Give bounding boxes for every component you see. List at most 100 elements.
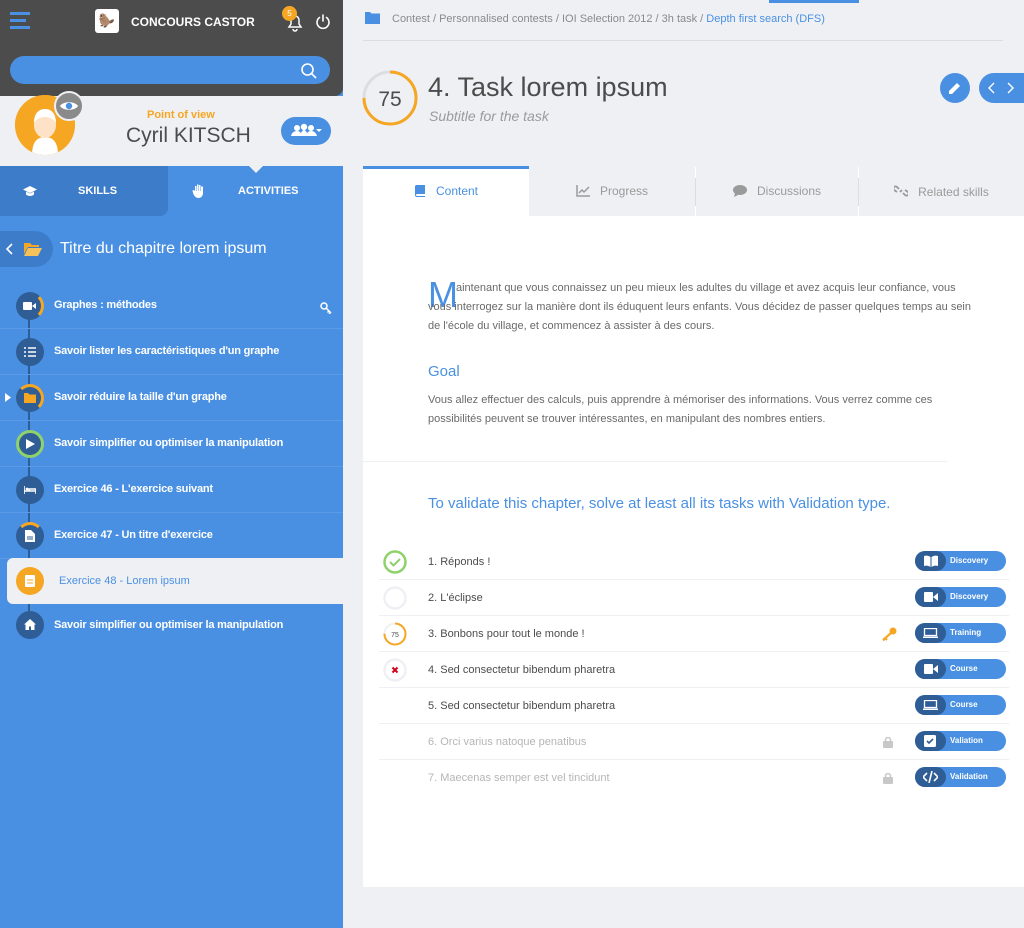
- search-input[interactable]: [10, 56, 330, 84]
- caret-right-icon[interactable]: [5, 393, 11, 402]
- chevron-left-icon[interactable]: [988, 82, 996, 94]
- breadcrumb-path[interactable]: Contest / Personnalised contests / IOI S…: [392, 13, 703, 25]
- task-row[interactable]: 5. Sed consectetur bibendum pharetra Cou…: [379, 688, 1009, 724]
- task-label: 5. Sed consectetur bibendum pharetra: [428, 700, 616, 712]
- list-item-label: Savoir simplifier ou optimiser la manipu…: [54, 619, 284, 631]
- lock-icon: [883, 737, 893, 748]
- list-item[interactable]: Savoir simplifier ou optimiser la manipu…: [0, 604, 343, 650]
- progress-ring: [16, 430, 44, 458]
- status-circle: [16, 567, 44, 595]
- list-icon: [24, 347, 36, 357]
- chevron-left-icon: [6, 243, 13, 255]
- task-row[interactable]: 6. Orci varius natoque penatibus Valiati…: [379, 724, 1009, 760]
- folder-icon: [24, 393, 36, 403]
- intro-text: aintenant que vous connaissez un peu mie…: [428, 282, 971, 332]
- app-title: CONCOURS CASTOR: [131, 15, 255, 29]
- list-item-active[interactable]: Exercice 48 - Lorem ipsum: [7, 558, 343, 604]
- task-type-badge: Discovery: [915, 551, 1006, 571]
- chevron-right-icon[interactable]: [1006, 82, 1014, 94]
- video-icon: [924, 664, 938, 674]
- tab-activities[interactable]: ACTIVITIES: [168, 165, 343, 216]
- laptop-icon: [923, 700, 938, 710]
- task-type-badge: Discovery: [915, 587, 1006, 607]
- edit-button[interactable]: [940, 73, 970, 103]
- list-item[interactable]: Exercice 46 - L'exercice suivant: [0, 467, 343, 513]
- key-icon: [320, 302, 332, 314]
- graduation-cap-icon: [23, 186, 37, 196]
- bed-icon: [24, 486, 36, 494]
- check-status-icon: [383, 550, 407, 574]
- comment-icon: [732, 185, 747, 197]
- task-row[interactable]: 75 3. Bonbons pour tout le monde ! Train…: [379, 616, 1009, 652]
- tab-skills[interactable]: SKILLS: [0, 166, 168, 216]
- task-row[interactable]: 2. L'éclipse Discovery: [379, 580, 1009, 616]
- task-row[interactable]: 4. Sed consectetur bibendum pharetra Cou…: [379, 652, 1009, 688]
- status-circle: [16, 338, 44, 366]
- top-bar: 🦫 CONCOURS CASTOR 5: [0, 0, 343, 44]
- group-dropdown-button[interactable]: [281, 117, 331, 145]
- user-name: Cyril KITSCH: [126, 124, 251, 147]
- task-subtitle: Subtitle for the task: [429, 108, 549, 124]
- badge-label: Training: [950, 628, 982, 637]
- power-icon[interactable]: [314, 13, 332, 31]
- badge-label: Course: [950, 664, 978, 673]
- goal-heading: Goal: [428, 363, 460, 380]
- task-row[interactable]: 1. Réponds ! Discovery: [379, 544, 1009, 580]
- list-item[interactable]: Savoir réduire la taille d'un graphe: [0, 375, 343, 421]
- prev-next-buttons: [979, 73, 1024, 103]
- play-icon: [26, 439, 35, 449]
- task-type-badge: Valiation: [915, 731, 1006, 751]
- tab-content[interactable]: Content: [363, 166, 529, 216]
- tab-activities-label: ACTIVITIES: [238, 185, 299, 197]
- chapter-title: Titre du chapitre lorem ipsum: [60, 240, 267, 257]
- skills-activities-tabs: SKILLS ACTIVITIES: [0, 165, 343, 216]
- progress-ring: [16, 384, 44, 412]
- task-label: 3. Bonbons pour tout le monde !: [428, 628, 585, 640]
- goal-text: Vous allez effectuer des calculs, puis a…: [428, 394, 933, 425]
- status-circle: [16, 476, 44, 504]
- folder-open-icon: [24, 243, 42, 256]
- search-icon[interactable]: [300, 62, 318, 80]
- eye-icon[interactable]: [54, 91, 84, 121]
- progress-status-icon: 75: [383, 622, 407, 646]
- list-item[interactable]: Savoir lister les caractéristiques d'un …: [0, 329, 343, 375]
- document-icon: [25, 530, 35, 542]
- menu-icon[interactable]: [10, 12, 30, 30]
- task-row[interactable]: 7. Maecenas semper est vel tincidunt Val…: [379, 760, 1009, 796]
- tab-content-label: Content: [435, 184, 479, 198]
- progress-ring: [16, 292, 44, 320]
- tab-progress[interactable]: Progress: [529, 166, 695, 216]
- folder-icon: [365, 12, 380, 24]
- task-label: 7. Maecenas semper est vel tincidunt: [428, 772, 610, 784]
- list-item-label: Savoir réduire la taille d'un graphe: [54, 391, 227, 403]
- list-item[interactable]: Graphes : méthodes: [0, 283, 343, 329]
- task-tabs: Content Progress Discussions Related ski…: [363, 166, 1024, 216]
- list-item[interactable]: Savoir simplifier ou optimiser la manipu…: [0, 421, 343, 467]
- validation-note: To validate this chapter, solve at least…: [428, 495, 891, 512]
- code-icon: [923, 771, 938, 783]
- tab-discussions-label: Discussions: [756, 184, 822, 198]
- main-panel: Contest / Personnalised contests / IOI S…: [343, 0, 1024, 928]
- checkbox-icon: [924, 735, 936, 747]
- badge-label: Valiation: [950, 736, 983, 745]
- tab-discussions[interactable]: Discussions: [696, 166, 858, 216]
- badge-label: Validation: [950, 772, 988, 781]
- list-item[interactable]: Exercice 47 - Un titre d'exercice: [0, 513, 343, 559]
- video-icon: [924, 592, 938, 602]
- task-type-badge: Course: [915, 695, 1006, 715]
- status-circle: [16, 611, 44, 639]
- lock-icon: [883, 773, 893, 784]
- chapter-back-button[interactable]: [0, 231, 53, 267]
- task-type-badge: Validation: [915, 767, 1006, 787]
- book-icon: [414, 185, 425, 197]
- list-item-label: Exercice 48 - Lorem ipsum: [59, 575, 190, 587]
- task-label: 2. L'éclipse: [428, 592, 483, 604]
- notification-badge: 5: [282, 6, 297, 21]
- task-label: 6. Orci varius natoque penatibus: [428, 736, 587, 748]
- score-ring: 75: [362, 70, 418, 126]
- chapter-header: Titre du chapitre lorem ipsum: [0, 231, 343, 267]
- tab-related-skills[interactable]: Related skills: [859, 166, 1024, 216]
- failed-status-icon: [383, 658, 407, 682]
- task-type-badge: Training: [915, 623, 1006, 643]
- breadcrumb-current: Depth first search (DFS): [706, 13, 825, 25]
